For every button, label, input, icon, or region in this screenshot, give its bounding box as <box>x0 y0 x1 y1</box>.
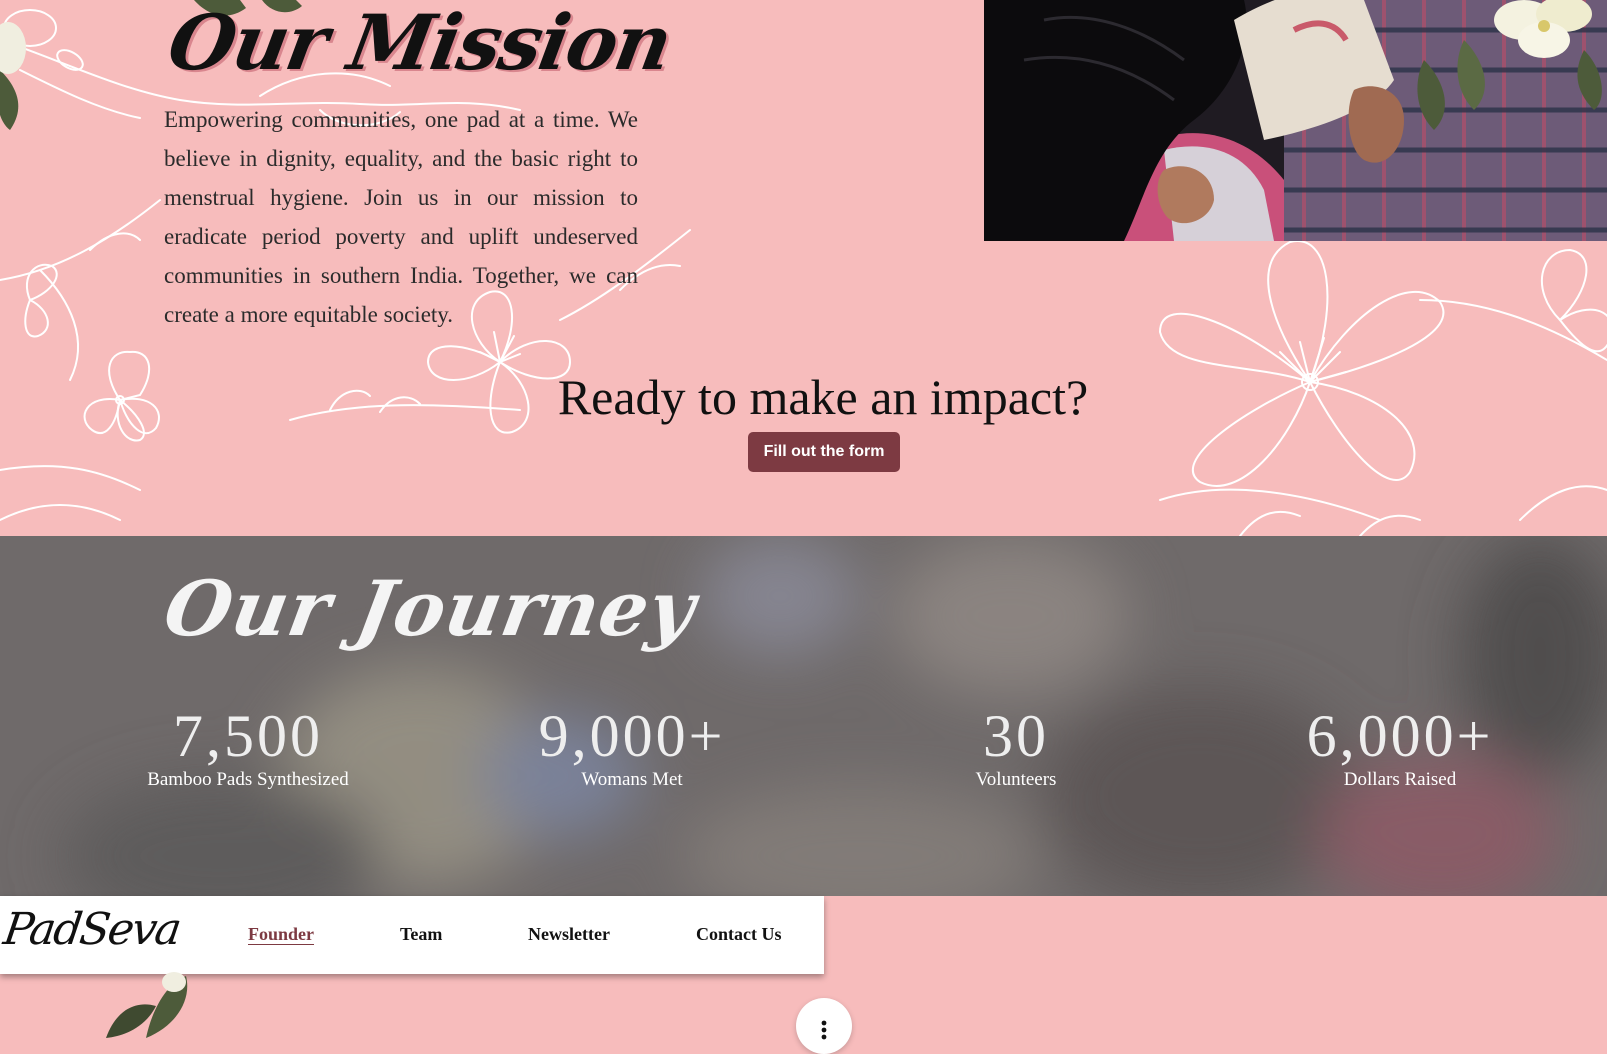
stat-volunteers: 30 Volunteers <box>866 704 1166 792</box>
stat-label: Volunteers <box>975 769 1057 790</box>
fill-out-form-button[interactable]: Fill out the form <box>748 432 900 472</box>
more-menu-button[interactable] <box>796 998 852 1054</box>
mission-description: Empowering communities, one pad at a tim… <box>164 107 638 327</box>
stat-value: 7,500 <box>173 703 323 769</box>
stat-bamboo-pads: 7,500 Bamboo Pads Synthesized <box>98 704 398 792</box>
stat-dollars-raised: 6,000+ Dollars Raised <box>1250 704 1550 792</box>
leaf-decoration <box>106 972 188 1038</box>
nav-link-founder[interactable]: Founder <box>248 924 314 945</box>
stat-value: 6,000+ <box>1306 703 1494 769</box>
stat-womans-met: 9,000+ Womans Met <box>482 704 782 792</box>
stat-label: Dollars Raised <box>1343 769 1457 790</box>
stat-label: Bamboo Pads Synthesized <box>147 769 349 790</box>
journey-section: Our Journey 7,500 Bamboo Pads Synthesize… <box>0 536 1607 896</box>
stat-label: Womans Met <box>581 769 683 790</box>
nav-link-contact-us[interactable]: Contact Us <box>696 924 782 945</box>
nav-link-team[interactable]: Team <box>400 924 442 945</box>
more-vertical-icon <box>821 1020 827 1040</box>
mission-title: Our Mission <box>162 0 678 87</box>
mission-section: Our Mission Empowering communities, one … <box>0 0 1607 536</box>
bottom-navbar: PadSeva Founder Team Newsletter Contact … <box>0 896 824 974</box>
stat-value: 30 <box>983 703 1049 769</box>
journey-title: Our Journey <box>158 564 703 653</box>
padseva-logo[interactable]: PadSeva <box>0 904 182 955</box>
nav-link-newsletter[interactable]: Newsletter <box>528 924 610 945</box>
mission-photo <box>984 0 1607 241</box>
stat-value: 9,000+ <box>538 703 726 769</box>
cta-heading: Ready to make an impact? <box>557 369 1089 425</box>
